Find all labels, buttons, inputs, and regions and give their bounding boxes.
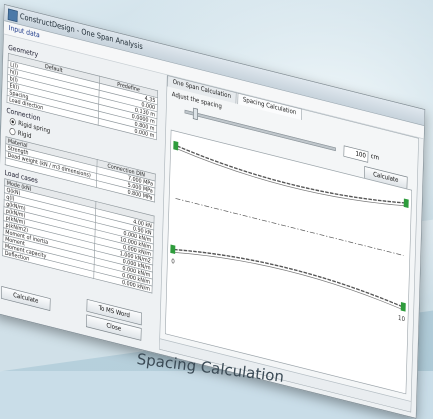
spacing-slider-thumb[interactable]	[192, 107, 198, 121]
support-icon	[403, 198, 409, 209]
input-panel: Geometry Default Predefine L(l) 4.35 h(l)…	[2, 40, 159, 294]
support-label-right: 10	[398, 314, 405, 323]
spacing-unit: cm	[370, 152, 380, 162]
support-label-left: 0	[171, 258, 175, 266]
bottom-beam-line	[173, 248, 403, 308]
support-icon	[170, 244, 176, 255]
radio-empty-icon[interactable]	[9, 127, 16, 136]
radio-selected-icon[interactable]	[9, 117, 16, 127]
support-icon	[400, 302, 406, 312]
radio-label: Rigid	[17, 129, 32, 140]
app-icon	[7, 8, 18, 23]
calculate-button[interactable]: Calculate	[1, 286, 51, 311]
center-line	[175, 198, 404, 256]
support-icon	[173, 140, 179, 151]
spacing-value-field[interactable]: 100	[343, 145, 369, 163]
